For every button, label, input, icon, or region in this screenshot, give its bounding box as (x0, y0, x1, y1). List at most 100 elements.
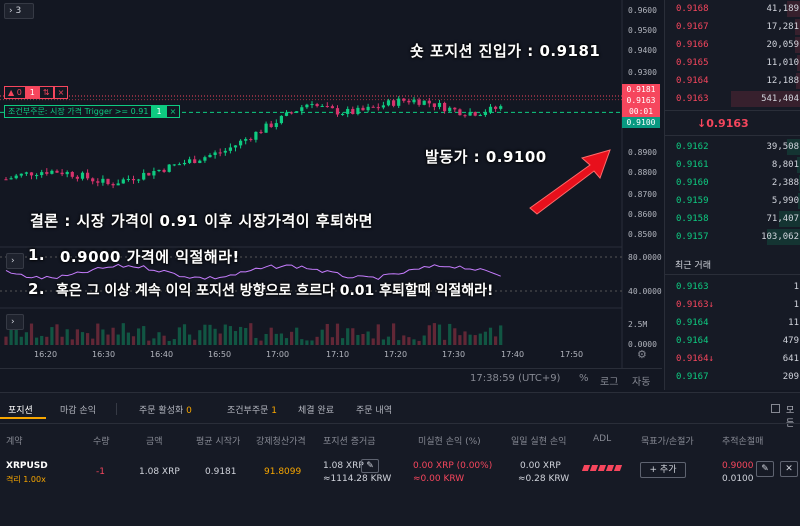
order-book-price: 0.9163 (676, 94, 709, 104)
time-tick: 17:00 (266, 350, 290, 359)
order-book-row[interactable]: 0.9157 103,062 (665, 228, 800, 246)
volume-bar (284, 338, 289, 345)
active-tab-indicator (0, 417, 46, 419)
order-book-row[interactable]: 0.9160 2,388 (665, 174, 800, 192)
order-book-row[interactable]: 0.9164↓ 641 (665, 350, 800, 368)
reverse-icon[interactable]: ⇅ (38, 86, 54, 99)
volume-bar (60, 336, 64, 345)
candle-body (422, 100, 426, 105)
candle-body (106, 178, 110, 185)
position-line-widget[interactable]: ▲ 0 1 ⇅ × (4, 86, 69, 99)
edit-margin-button[interactable]: ✎ (361, 459, 379, 473)
order-book-row[interactable]: 0.9164 479 (665, 332, 800, 350)
volume-bar (228, 326, 232, 345)
candle-body (386, 100, 391, 106)
order-book-price: 0.9161 (676, 160, 709, 170)
tab-filled[interactable]: 체결 완료 (298, 403, 334, 416)
order-book-row[interactable]: 0.9162 39,508 (665, 138, 800, 156)
edit-tp-sl-button[interactable]: ✎ (756, 461, 774, 477)
tab-conditional[interactable]: 조건부주문 1 (227, 403, 277, 416)
volume-bar (177, 327, 181, 345)
volume-bar (106, 334, 110, 345)
add-tp-sl-button[interactable]: + 추가 (640, 462, 686, 478)
order-book-row[interactable]: 0.9167 209 (665, 368, 800, 386)
collapse-count: 3 (15, 6, 22, 16)
entry-price-tag: 0.9181 (622, 84, 660, 95)
candle-body (147, 172, 151, 176)
volume-bar (55, 324, 59, 345)
candle-body (453, 107, 457, 110)
volume-bar (101, 329, 105, 345)
price-axis[interactable]: 0.9600 0.9500 0.9400 0.9300 0.8900 0.880… (622, 0, 662, 390)
candle-body (45, 172, 49, 174)
tab-closed-pnl[interactable]: 마감 손익 (60, 403, 96, 416)
leverage[interactable]: 격리 1.00x (6, 474, 46, 485)
expand-volume-button[interactable]: › (6, 314, 24, 330)
order-book-row[interactable]: 0.9164 11 (665, 314, 800, 332)
candle-body (254, 131, 258, 140)
volume-bar (269, 327, 273, 345)
order-book-price: 0.9167 (676, 372, 709, 382)
order-book-row[interactable]: 0.9163↓ 1 (665, 296, 800, 314)
order-book-price: 0.9163↓ (676, 300, 714, 310)
trigger-order-label[interactable]: 조건부주문: 시장 가격 Trigger >= 0.91 (4, 105, 153, 118)
order-book-row[interactable]: 0.9163 1 (665, 278, 800, 296)
volume-bar (305, 340, 309, 345)
order-book-qty: 20,059 (766, 40, 799, 50)
candle-body (86, 172, 90, 179)
position-amount: 1.08 XRP (139, 467, 180, 477)
volume-bar (463, 331, 467, 345)
col-avg-entry: 평균 시작가 (196, 437, 241, 447)
cancel-trigger-button[interactable]: × (165, 105, 181, 118)
volume-bar (121, 323, 125, 345)
volume-bar (29, 323, 34, 345)
auto-scale-toggle[interactable]: 자동 (632, 373, 650, 388)
volume-bar (392, 323, 396, 345)
tab-positions[interactable]: 포지션 (8, 403, 33, 416)
close-position-button[interactable]: × (53, 86, 69, 99)
col-unrealized: 미실현 손익 (%) (418, 437, 481, 447)
realized-pnl-krw: ≈0.28 KRW (518, 474, 570, 484)
symbol[interactable]: XRPUSD (6, 461, 48, 471)
volume-bar (279, 333, 283, 345)
order-book-row[interactable]: 0.9164 12,188 (665, 72, 800, 90)
candle-body (249, 139, 253, 141)
order-book-row[interactable]: 0.9166 20,059 (665, 36, 800, 54)
position-qty[interactable]: ▲ 0 (4, 86, 26, 99)
candle-body (228, 147, 232, 151)
expand-indicator-button[interactable]: › (6, 253, 24, 269)
order-book-price: 0.9164 (676, 76, 709, 86)
show-all-label: 모든 (786, 406, 795, 429)
order-book-row[interactable]: 0.9167 17,281 (665, 18, 800, 36)
liquidation-price: 91.8099 (264, 467, 302, 477)
candle-body (182, 162, 187, 165)
percent-scale-toggle[interactable]: % (579, 373, 589, 384)
tab-active-orders[interactable]: 주문 활성화 0 (139, 403, 192, 416)
tab-order-history[interactable]: 주문 내역 (356, 403, 392, 416)
collapse-toolbar-button[interactable]: › 3 (4, 3, 34, 19)
adl-bar (581, 465, 591, 471)
price-chart[interactable]: › 3 › › 0.9600 0.9500 0.9400 0.9300 0.89… (0, 0, 662, 390)
trigger-line-widget[interactable]: 조건부주문: 시장 가격 Trigger >= 0.91 1 × (4, 105, 181, 118)
show-all-checkbox[interactable] (771, 404, 780, 413)
candle-body (198, 160, 202, 164)
order-book-row[interactable]: 0.9165 11,010 (665, 54, 800, 72)
settings-gear-icon[interactable]: ⚙ (637, 348, 647, 361)
order-book-row[interactable]: 0.9168 41,189 (665, 0, 800, 18)
close-position-button[interactable]: ✕ (780, 461, 798, 477)
order-book-qty: 209 (782, 372, 799, 382)
order-book-row[interactable]: 0.9159 5,990 (665, 192, 800, 210)
volume-bar (417, 340, 421, 345)
candle-countdown-tag: 00:01 (622, 106, 660, 117)
order-book-row[interactable]: 0.9161 8,801 (665, 156, 800, 174)
candle-body (494, 106, 498, 109)
order-book-row[interactable]: 0.9158 71,407 (665, 210, 800, 228)
order-book-row[interactable]: 0.9163 541,404 (665, 90, 800, 108)
volume-bar (126, 332, 130, 345)
order-book-qty: 541,404 (761, 94, 799, 104)
log-scale-toggle[interactable]: 로그 (600, 373, 618, 388)
item2-annotation: 혹은 그 이상 계속 이익 포지션 방향으로 흐르다 0.01 후퇴할때 익절해… (56, 283, 494, 299)
price-tick: 0.8600 (628, 210, 657, 219)
volume-bar (147, 340, 151, 345)
volume-bar (381, 339, 385, 345)
